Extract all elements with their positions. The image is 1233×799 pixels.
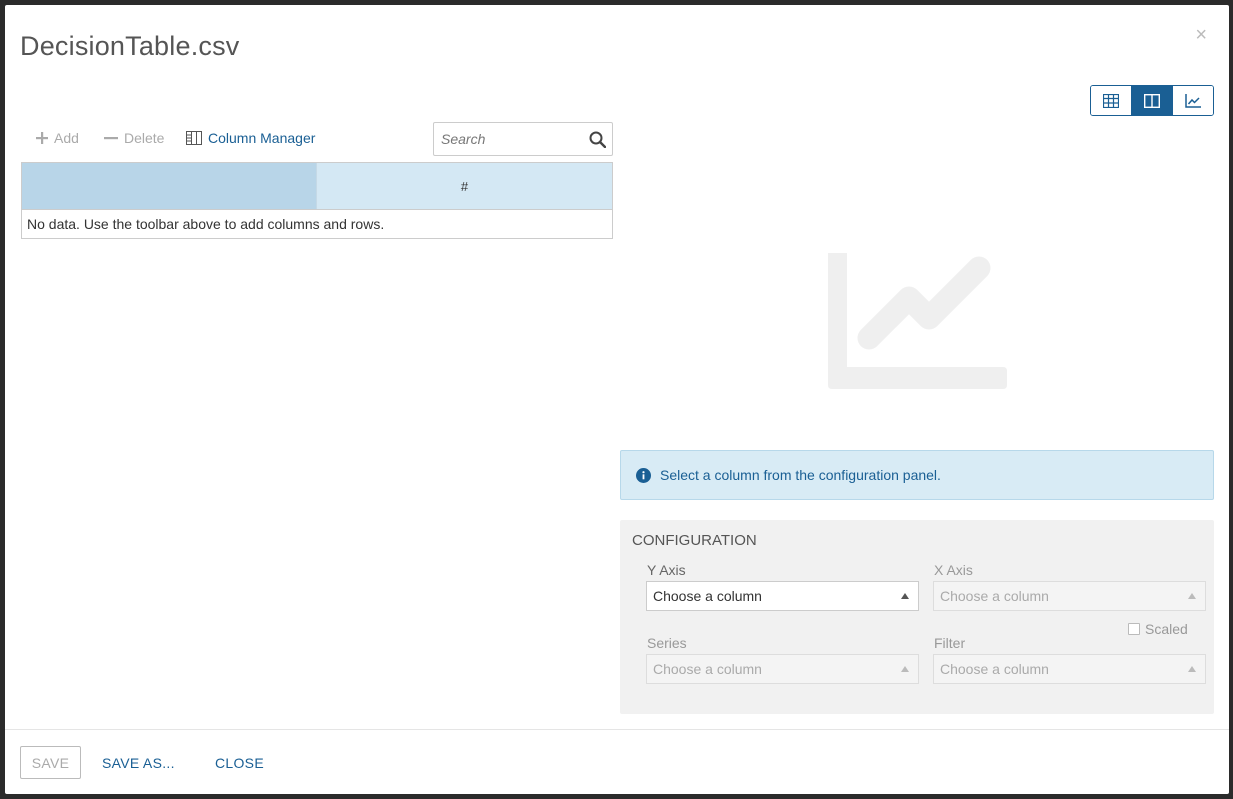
y-axis-select-value: Choose a column xyxy=(653,588,762,604)
y-axis-label: Y Axis xyxy=(647,562,686,578)
search-box xyxy=(433,122,613,156)
delete-label: Delete xyxy=(124,130,165,146)
grid-header-select-column[interactable] xyxy=(22,163,317,209)
close-button[interactable]: CLOSE xyxy=(215,746,264,779)
caret-up-icon xyxy=(901,666,909,672)
dialog-footer: SAVE SAVE AS... CLOSE xyxy=(5,729,1229,794)
column-manager-label: Column Manager xyxy=(208,130,316,146)
filter-select[interactable]: Choose a column xyxy=(933,654,1206,684)
caret-up-icon xyxy=(901,593,909,599)
series-select-value: Choose a column xyxy=(653,661,762,677)
chart-view-button[interactable] xyxy=(1173,86,1213,115)
close-icon[interactable]: × xyxy=(1195,25,1207,45)
caret-up-icon xyxy=(1188,593,1196,599)
x-axis-label: X Axis xyxy=(934,562,973,578)
search-input[interactable] xyxy=(434,123,579,155)
info-alert: Select a column from the configuration p… xyxy=(620,450,1214,500)
x-axis-select[interactable]: Choose a column xyxy=(933,581,1206,611)
grid-header-index-column[interactable]: # xyxy=(317,163,612,209)
scaled-label: Scaled xyxy=(1145,621,1188,637)
view-toggle xyxy=(1090,85,1214,116)
scaled-option[interactable]: Scaled xyxy=(1128,621,1188,637)
grid-header: # xyxy=(22,163,612,210)
configuration-title: CONFIGURATION xyxy=(632,532,757,549)
info-message: Select a column from the configuration p… xyxy=(660,467,941,483)
plus-icon xyxy=(36,132,48,144)
chart-view-icon xyxy=(1185,93,1201,108)
filter-label: Filter xyxy=(934,635,966,651)
dialog-title: DecisionTable.csv xyxy=(20,31,240,61)
y-axis-select[interactable]: Choose a column xyxy=(646,581,919,611)
caret-up-icon xyxy=(1188,666,1196,672)
grid-toolbar: Add Delete Column Manager xyxy=(21,122,613,156)
grid-view-icon xyxy=(1103,93,1119,108)
column-manager-icon xyxy=(186,131,202,145)
add-button[interactable]: Add xyxy=(36,130,79,146)
split-view-button[interactable] xyxy=(1132,86,1173,115)
search-icon[interactable] xyxy=(589,131,606,148)
scaled-checkbox[interactable] xyxy=(1128,623,1140,635)
series-label: Series xyxy=(647,635,687,651)
dialog: DecisionTable.csv × Add Delete Column Ma… xyxy=(5,5,1229,794)
info-icon xyxy=(636,467,651,483)
chart-placeholder-icon xyxy=(828,253,1007,389)
save-button[interactable]: SAVE xyxy=(20,746,81,779)
data-grid: # No data. Use the toolbar above to add … xyxy=(21,162,613,239)
grid-view-button[interactable] xyxy=(1091,86,1132,115)
add-label: Add xyxy=(54,130,79,146)
grid-empty-message: No data. Use the toolbar above to add co… xyxy=(27,216,385,232)
x-axis-select-value: Choose a column xyxy=(940,588,1049,604)
series-select[interactable]: Choose a column xyxy=(646,654,919,684)
minus-icon xyxy=(104,137,118,140)
filter-select-value: Choose a column xyxy=(940,661,1049,677)
column-manager-button[interactable]: Column Manager xyxy=(186,130,315,146)
configuration-panel: CONFIGURATION Y Axis Choose a column X A… xyxy=(620,520,1214,714)
save-as-button[interactable]: SAVE AS... xyxy=(102,746,175,779)
delete-button[interactable]: Delete xyxy=(104,130,164,146)
split-view-icon xyxy=(1144,93,1160,108)
